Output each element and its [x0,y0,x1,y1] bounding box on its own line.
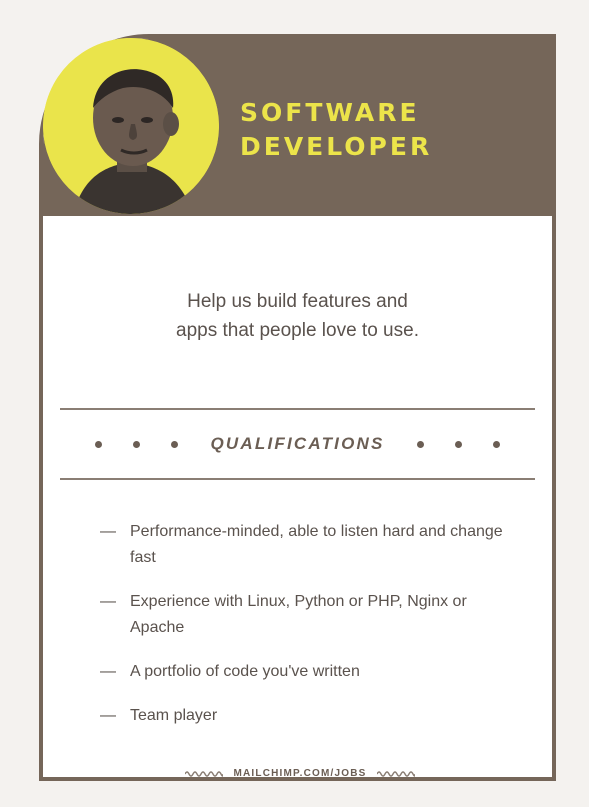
dot-icon [492,440,500,448]
tagline-line-2: apps that people love to use. [176,320,419,341]
dots-right [416,440,500,448]
dash-bullet: — [100,593,116,610]
qualifications-label: QUALIFICATIONS [210,434,385,453]
dot-icon [133,440,141,448]
dash-bullet: — [100,663,116,680]
divider-top [60,408,535,410]
list-item: — Team player [100,703,520,729]
job-title: SOFTWARE DEVELOPER [240,96,432,164]
qualification-text: Performance-minded, able to listen hard … [130,523,503,566]
list-item: — Performance-minded, able to listen har… [100,519,520,571]
dot-icon [95,440,103,448]
person-portrait-icon [43,38,219,214]
list-item: — Experience with Linux, Python or PHP, … [100,589,520,641]
dash-bullet: — [100,523,116,540]
dash-bullet: — [100,707,116,724]
qualifications-heading: QUALIFICATIONS [60,430,535,458]
job-title-line-2: DEVELOPER [240,132,433,161]
qualification-text: Experience with Linux, Python or PHP, Ng… [130,593,467,636]
job-title-line-1: SOFTWARE [240,98,420,127]
tagline-line-1: Help us build features and [187,291,408,312]
dots-left [95,440,179,448]
tagline: Help us build features and apps that peo… [60,287,535,345]
dot-icon [454,440,462,448]
divider-bottom [60,478,535,480]
wave-line-icon [376,770,415,777]
qualification-text: Team player [130,707,218,724]
dot-icon [416,440,424,448]
avatar [43,38,219,214]
footer: MAILCHIMP.COM/JOBS [150,768,450,779]
wave-line-icon [185,770,224,777]
list-item: — A portfolio of code you've written [100,659,520,685]
footer-link[interactable]: MAILCHIMP.COM/JOBS [233,768,366,779]
qualifications-list: — Performance-minded, able to listen har… [100,519,520,747]
dot-icon [171,440,179,448]
qualification-text: A portfolio of code you've written [130,663,360,680]
